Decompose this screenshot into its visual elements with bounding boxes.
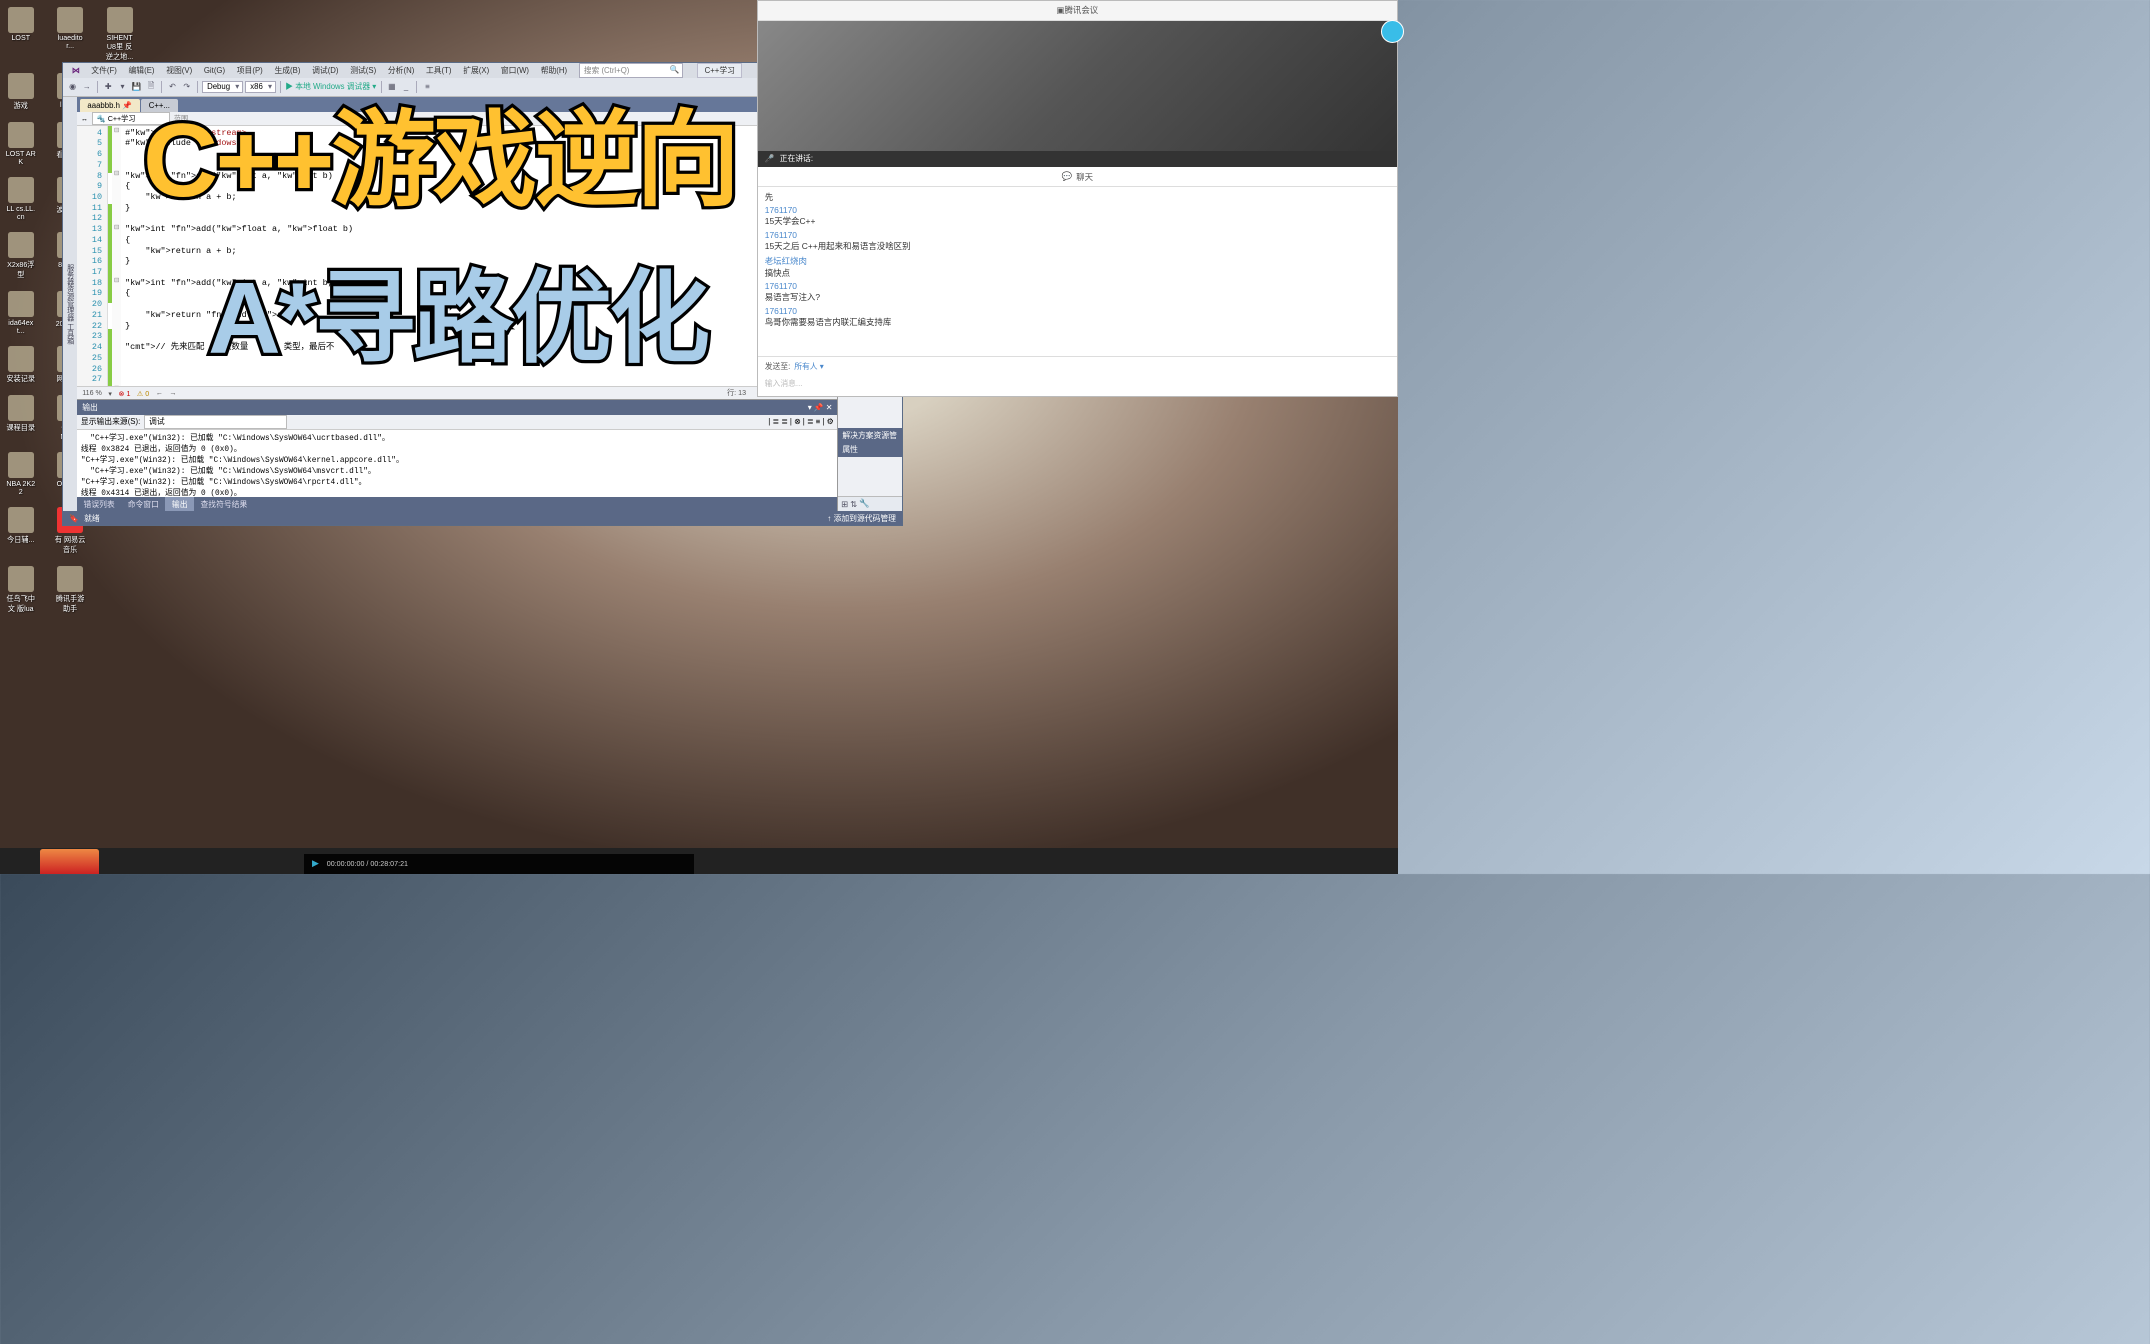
mic-icon[interactable]: 🎤 — [765, 154, 775, 163]
chat-input[interactable]: 输入消息... — [758, 375, 1396, 395]
nav-next-icon[interactable]: → — [169, 389, 176, 397]
output-source-dropdown[interactable]: 调试 — [144, 415, 287, 429]
desktop-icon[interactable]: 任鸟飞中文 版lua — [5, 566, 36, 613]
properties-title: 属性 — [838, 442, 902, 456]
desktop-icon[interactable]: LL cs.LL.cn — [5, 177, 36, 220]
bottom-tabs: 错误列表 命令窗口 输出 查找符号结果 — [77, 497, 837, 511]
save-icon[interactable]: 💾 — [131, 81, 143, 93]
desktop-icon[interactable]: SIHENTU8里 反逆之地... — [104, 7, 135, 62]
vs-logo-icon: ⋈ — [67, 65, 85, 77]
desktop-icon[interactable]: LOST — [5, 7, 36, 62]
pin-icon[interactable]: ▾ 📌 ✕ — [808, 403, 833, 412]
media-position: 00:00:00:00 / 00:28:07:21 — [327, 860, 408, 868]
taskbar-app[interactable] — [40, 849, 98, 874]
new-item-icon[interactable]: ✚ — [102, 81, 114, 93]
status-ready: 就绪 — [84, 513, 100, 524]
tab-command-window[interactable]: 命令窗口 — [121, 497, 165, 512]
desktop-icon[interactable]: 今日辅... — [5, 507, 36, 554]
chat-tab[interactable]: 💬聊天 — [758, 167, 1396, 187]
editor-status: 116 % ▾ ⊗ 1 ⚠ 0 ← → 行: 13 字符: 8 空格 CRLF — [77, 386, 837, 399]
chat-icon: 💬 — [1062, 171, 1073, 182]
chat-messages[interactable]: 先 176117015天学会C++ 176117015天之后 C++用起来和易语… — [758, 187, 1396, 356]
desktop-icon[interactable]: 游戏 — [5, 73, 36, 110]
floating-avatar[interactable] — [1381, 20, 1404, 43]
file-tab-active[interactable]: aaabbb.h 📌 — [80, 99, 140, 112]
nav-toggle-icon[interactable]: ↔ — [81, 115, 88, 123]
add-to-scm[interactable]: ↑ 添加到源代码管理 — [828, 513, 896, 524]
meeting-title: ▣ 腾讯会议 — [758, 1, 1396, 21]
speaking-bar: 🎤 正在讲话: — [758, 151, 1396, 168]
output-source-label: 显示输出来源(S): — [81, 416, 140, 427]
overlay-title-1: C++游戏逆向 — [143, 75, 737, 226]
menu-file[interactable]: 文件(F) — [86, 64, 122, 78]
pin-icon[interactable]: 📌 — [122, 101, 132, 110]
tab-find-symbol[interactable]: 查找符号结果 — [194, 497, 254, 512]
media-controls[interactable]: ▶ 00:00:00:00 / 00:28:07:21 — [304, 854, 694, 874]
meeting-window: ▣ 腾讯会议 🎤 正在讲话: 💬聊天 先 176117015天学会C++ 176… — [757, 0, 1397, 397]
nav-back-icon[interactable]: ◉ — [67, 81, 79, 93]
fold-column[interactable]: ⊟ ⊟ ⊟ ⊟ ⊟ — [112, 126, 121, 386]
nav-prev-icon[interactable]: ← — [156, 389, 163, 397]
nav-fwd-icon[interactable]: → — [81, 81, 93, 93]
desktop-icon[interactable]: 安装记录 — [5, 346, 36, 383]
left-tool-rail[interactable]: 服务器资源管理器 工具箱 — [63, 97, 77, 512]
zoom-level[interactable]: 116 % — [82, 389, 102, 397]
desktop-icon[interactable]: NBA 2K22 — [5, 452, 36, 495]
cursor-line: 行: 13 — [727, 388, 746, 398]
line-numbers: 4567891011121314151617181920212223242526… — [77, 126, 108, 386]
desktop-icon[interactable]: LOST ARK — [5, 122, 36, 165]
warning-count[interactable]: ⚠ 0 — [137, 389, 149, 398]
desktop-icon[interactable]: ida64ext... — [5, 291, 36, 334]
error-count[interactable]: ⊗ 1 — [118, 389, 130, 398]
solution-explorer-footer: 解决方案资源管理器 — [838, 428, 902, 442]
play-icon[interactable]: ▶ — [312, 858, 319, 869]
tab-error-list[interactable]: 错误列表 — [77, 497, 121, 512]
properties-toolbar[interactable]: ⊞⇅🔧 — [838, 496, 902, 512]
video-area — [758, 21, 1396, 151]
vs-statusbar: 🔖 就绪 ↑ 添加到源代码管理 — [63, 511, 903, 525]
taskbar[interactable] — [0, 848, 1398, 874]
desktop-icon[interactable]: X2x86浮型 — [5, 232, 36, 279]
desktop-icon[interactable]: 腾讯手游助手 — [55, 566, 86, 613]
overlay-title-2: A*寻路优化 — [208, 237, 707, 383]
desktop-icon[interactable]: luaeditor... — [55, 7, 86, 62]
desktop-icon[interactable]: 课程目录 — [5, 395, 36, 440]
output-text[interactable]: "C++学习.exe"(Win32): 已加载 "C:\Windows\SysW… — [77, 430, 837, 497]
output-title: 输出 ▾ 📌 ✕ — [77, 400, 837, 414]
output-panel: 输出 ▾ 📌 ✕ 显示输出来源(S): 调试 | ≣ ≣ | ⊗ | ≣ ≡ |… — [77, 399, 837, 511]
bookmark-icon[interactable]: 🔖 — [69, 514, 79, 523]
open-icon[interactable]: ▾ — [117, 81, 129, 93]
tab-output[interactable]: 输出 — [165, 497, 194, 512]
chat-sendto[interactable]: 发送至: 所有人 ▾ — [758, 356, 1396, 376]
